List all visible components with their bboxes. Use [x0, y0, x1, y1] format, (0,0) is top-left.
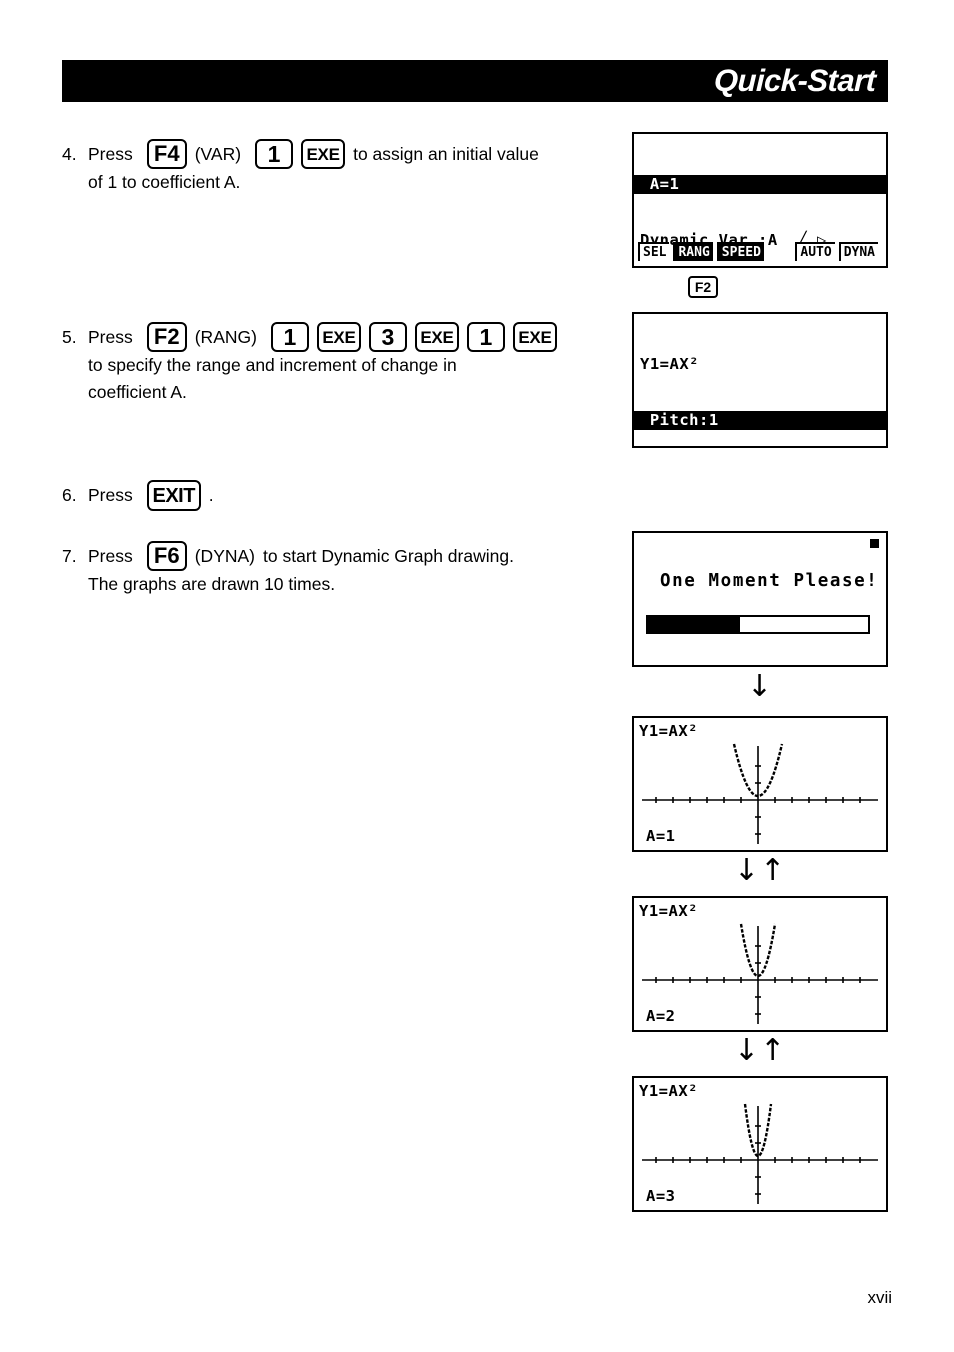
- step-7-number: 7.: [62, 545, 77, 566]
- step-6-text-after: .: [208, 485, 214, 505]
- lcd-range-formula: Y1=AX²: [640, 355, 699, 373]
- step-5-line2: to specify the range and increment of ch…: [88, 355, 457, 375]
- key-exe[interactable]: EXE: [301, 139, 346, 169]
- key-exe-second[interactable]: EXE: [414, 322, 459, 352]
- step-7-paren: (DYNA): [194, 545, 256, 566]
- key-f4[interactable]: F4: [146, 139, 187, 169]
- step-5-line3: coefficient A.: [88, 382, 187, 402]
- key-exit[interactable]: EXIT: [146, 480, 201, 511]
- busy-indicator-icon: [870, 539, 879, 548]
- lcd-range-pitch-selected: Pitch:1: [634, 411, 886, 430]
- key-1[interactable]: 1: [255, 139, 294, 169]
- lcd-screen-graph-a3: Y1=AX² A=3: [632, 1076, 888, 1212]
- function-key-strip: SEL RANG SPEED AUTO DYNA: [638, 242, 882, 261]
- step-4-number: 4.: [62, 143, 77, 164]
- step-5-number: 5.: [62, 326, 77, 347]
- page-title: Quick-Start: [713, 63, 877, 98]
- lcd-screen-graph-a2: Y1=AX² A=2: [632, 896, 888, 1032]
- key-exe-third[interactable]: EXE: [512, 322, 557, 352]
- arrow-down-up-icon-1: ↓↑: [733, 853, 787, 888]
- lcd-screen-busy: One Moment Please!: [632, 531, 888, 667]
- lcd-line-a-value-selected: A=1: [634, 175, 886, 194]
- graph-a1-formula: Y1=AX²: [639, 722, 698, 740]
- page-number: xvii: [867, 1288, 892, 1307]
- step-4-text-after: to assign an initial value: [353, 143, 539, 164]
- lcd-screen-dynamic-var: Y1=AX² Dynamic Var :A ╱ ▷ A=1 SEL RANG S…: [632, 132, 888, 268]
- fkey-speed[interactable]: SPEED: [716, 242, 764, 261]
- step-5: 5. Press F2 (RANG) 1 EXE 3 EXE 1 EXE to …: [62, 322, 622, 406]
- step-5-paren: (RANG): [194, 326, 257, 347]
- step-5-press-label: Press: [88, 326, 133, 347]
- page-header-bar: Quick-Start: [62, 60, 888, 102]
- step-6-press-label: Press: [88, 485, 133, 505]
- key-f2[interactable]: F2: [146, 322, 187, 352]
- fkey-auto[interactable]: AUTO: [795, 242, 835, 261]
- f2-pointer-label: F2: [688, 276, 718, 298]
- lcd-screen-graph-a1: Y1=AX² A=1: [632, 716, 888, 852]
- key-1-second[interactable]: 1: [466, 322, 505, 352]
- fkey-rang[interactable]: RANG: [673, 242, 713, 261]
- graph-a1-value: A=1: [646, 827, 676, 845]
- graph-a2-value: A=2: [646, 1007, 676, 1025]
- step-4-press-label: Press: [88, 143, 133, 164]
- graph-a3-formula: Y1=AX²: [639, 1082, 698, 1100]
- key-1-first[interactable]: 1: [270, 322, 309, 352]
- progress-bar: [646, 615, 870, 634]
- arrow-down-up-icon-2: ↓↑: [733, 1033, 787, 1068]
- step-7-press-label: Press: [88, 545, 133, 566]
- key-3[interactable]: 3: [368, 322, 407, 352]
- graph-a2-formula: Y1=AX²: [639, 902, 698, 920]
- graph-a3-value: A=3: [646, 1187, 676, 1205]
- step-4-paren: (VAR): [194, 143, 242, 164]
- step-6-number: 6.: [62, 485, 77, 505]
- arrow-down-icon-1: ↓: [746, 669, 774, 704]
- fkey-spacer: [768, 242, 795, 261]
- step-4-line2: of 1 to coefficient A.: [88, 172, 241, 192]
- step-6: 6. Press EXIT .: [62, 480, 622, 511]
- fkey-dyna[interactable]: DYNA: [838, 242, 878, 261]
- fkey-sel[interactable]: SEL: [638, 242, 670, 261]
- step-7: 7. Press F6 (DYNA) to start Dynamic Grap…: [62, 541, 622, 598]
- step-7-text-after: to start Dynamic Graph drawing.: [263, 545, 514, 566]
- progress-bar-fill: [648, 617, 741, 632]
- step-7-line2: The graphs are drawn 10 times.: [88, 574, 336, 594]
- key-exe-first[interactable]: EXE: [316, 322, 361, 352]
- busy-message: One Moment Please!: [660, 571, 879, 591]
- key-f6[interactable]: F6: [146, 541, 187, 571]
- step-4: 4. Press F4 (VAR) 1 EXE to assign an ini…: [62, 139, 622, 196]
- lcd-screen-dynamic-range: Y1=AX² Dynamic Range A Start:1 End :3 Pi…: [632, 312, 888, 448]
